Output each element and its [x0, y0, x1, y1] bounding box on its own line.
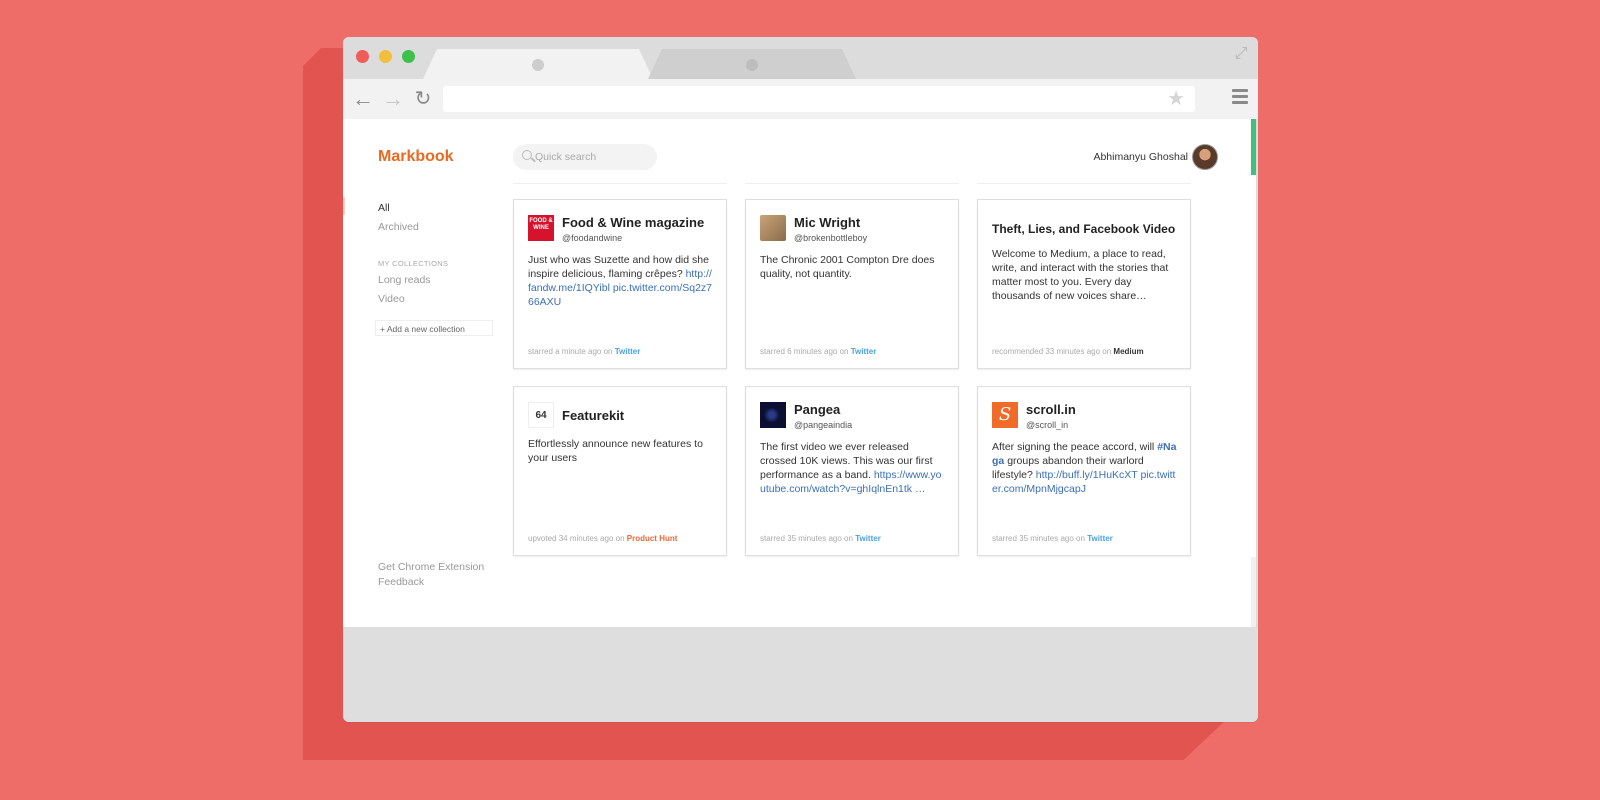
- browser-window: ⤢ ← → ↻ ★ Markbook Abhimanyu Ghoshal All…: [343, 37, 1258, 722]
- tab-close-icon[interactable]: [746, 59, 758, 71]
- sidebar-item-archived[interactable]: Archived: [378, 221, 419, 233]
- card-footer: starred 35 minutes ago on Twitter: [760, 534, 881, 543]
- card-source[interactable]: Product Hunt: [627, 534, 678, 543]
- card-activity: starred 35 minutes ago on: [992, 534, 1085, 543]
- fullscreen-icon[interactable]: ⤢: [1232, 45, 1250, 63]
- chrome-extension-link[interactable]: Get Chrome Extension: [378, 561, 484, 573]
- active-filter-marker: [343, 197, 345, 215]
- browser-tab-active[interactable]: [423, 49, 653, 79]
- maximize-window-button[interactable]: [402, 50, 415, 63]
- bookmark-card[interactable]: FOOD & WINE Food & Wine magazine @foodan…: [513, 199, 727, 369]
- window-bottom-area: [343, 627, 1258, 722]
- card-body: Effortlessly announce new features to yo…: [528, 437, 714, 465]
- previous-card-edge: [745, 177, 959, 184]
- profile-avatar: [760, 215, 786, 241]
- card-handle[interactable]: @scroll_in: [1026, 420, 1068, 430]
- card-activity: starred 6 minutes ago on: [760, 347, 849, 356]
- forward-arrow-icon[interactable]: →: [381, 87, 405, 111]
- feedback-link[interactable]: Feedback: [378, 576, 424, 588]
- card-activity: upvoted 34 minutes ago on: [528, 534, 625, 543]
- scrollbar-thumb[interactable]: [1251, 119, 1256, 175]
- collections-heading: MY COLLECTIONS: [378, 259, 449, 268]
- card-source[interactable]: Twitter: [851, 347, 877, 356]
- search-icon: [522, 150, 532, 160]
- card-activity: starred 35 minutes ago on: [760, 534, 853, 543]
- pangea-avatar: [760, 402, 786, 428]
- card-source[interactable]: Twitter: [615, 347, 641, 356]
- browser-toolbar: ← → ↻ ★: [343, 79, 1258, 119]
- card-title[interactable]: scroll.in: [1026, 402, 1076, 417]
- close-window-button[interactable]: [356, 50, 369, 63]
- previous-card-edge: [513, 177, 727, 184]
- card-text: The Chronic 2001 Compton Dre does qualit…: [760, 254, 935, 280]
- card-title[interactable]: Mic Wright: [794, 215, 860, 230]
- bookmark-card[interactable]: Theft, Lies, and Facebook Video Welcome …: [977, 199, 1191, 369]
- card-handle[interactable]: @foodandwine: [562, 233, 622, 243]
- reload-icon[interactable]: ↻: [411, 87, 435, 111]
- card-activity: recommended 33 minutes ago on: [992, 347, 1112, 356]
- card-activity: starred a minute ago on: [528, 347, 613, 356]
- bookmark-card[interactable]: Mic Wright @brokenbottleboy The Chronic …: [745, 199, 959, 369]
- card-body: After signing the peace accord, will #Na…: [992, 440, 1178, 496]
- card-body: Just who was Suzette and how did she ins…: [528, 253, 714, 309]
- food-wine-logo: FOOD & WINE: [528, 215, 554, 241]
- card-footer: upvoted 34 minutes ago on Product Hunt: [528, 534, 677, 543]
- tab-close-icon[interactable]: [532, 59, 544, 71]
- bookmark-card[interactable]: S scroll.in @scroll_in After signing the…: [977, 386, 1191, 556]
- sidebar-item-all[interactable]: All: [378, 202, 390, 214]
- featurekit-logo: 64: [528, 402, 554, 428]
- address-bar[interactable]: ★: [443, 86, 1195, 112]
- card-text: Just who was Suzette and how did she ins…: [528, 254, 709, 280]
- card-source[interactable]: Medium: [1113, 347, 1143, 356]
- user-avatar[interactable]: [1192, 144, 1218, 170]
- card-title[interactable]: Featurekit: [562, 408, 624, 423]
- card-title[interactable]: Food & Wine magazine: [562, 215, 704, 230]
- card-text: Welcome to Medium, a place to read, writ…: [992, 248, 1169, 302]
- card-footer: starred a minute ago on Twitter: [528, 347, 640, 356]
- scrollbar-track: [1251, 557, 1256, 627]
- browser-menu-icon[interactable]: [1232, 89, 1248, 109]
- card-footer: recommended 33 minutes ago on Medium: [992, 347, 1144, 356]
- user-name[interactable]: Abhimanyu Ghoshal: [1093, 151, 1188, 163]
- card-text: Effortlessly announce new features to yo…: [528, 438, 703, 464]
- bookmark-card[interactable]: 64 Featurekit Effortlessly announce new …: [513, 386, 727, 556]
- card-text-pre: After signing the peace accord, will: [992, 441, 1155, 453]
- card-handle[interactable]: @brokenbottleboy: [794, 233, 867, 243]
- quick-search[interactable]: [513, 144, 657, 170]
- bookmark-card[interactable]: Pangea @pangeaindia The first video we e…: [745, 386, 959, 556]
- card-handle[interactable]: @pangeaindia: [794, 420, 852, 430]
- scroll-logo: S: [992, 402, 1018, 428]
- card-footer: starred 6 minutes ago on Twitter: [760, 347, 876, 356]
- card-body: The Chronic 2001 Compton Dre does qualit…: [760, 253, 946, 281]
- card-title[interactable]: Pangea: [794, 402, 840, 417]
- minimize-window-button[interactable]: [379, 50, 392, 63]
- add-collection-button[interactable]: + Add a new collection: [375, 320, 493, 336]
- back-arrow-icon[interactable]: ←: [351, 87, 375, 111]
- card-source[interactable]: Twitter: [1087, 534, 1113, 543]
- card-footer: starred 35 minutes ago on Twitter: [992, 534, 1113, 543]
- card-source[interactable]: Twitter: [855, 534, 881, 543]
- card-body: Welcome to Medium, a place to read, writ…: [992, 247, 1178, 303]
- search-input[interactable]: [535, 144, 650, 170]
- card-body: The first video we ever released crossed…: [760, 440, 946, 496]
- app-logo[interactable]: Markbook: [378, 148, 454, 166]
- browser-tab-inactive[interactable]: [648, 49, 856, 79]
- bookmark-star-icon[interactable]: ★: [1167, 88, 1185, 110]
- title-bar: ⤢: [343, 37, 1258, 79]
- sidebar-item-video[interactable]: Video: [378, 293, 405, 305]
- card-title[interactable]: Theft, Lies, and Facebook Video: [992, 222, 1175, 236]
- previous-card-edge: [977, 177, 1191, 184]
- sidebar-item-long-reads[interactable]: Long reads: [378, 274, 431, 286]
- page-content: Markbook Abhimanyu Ghoshal All Archived …: [343, 119, 1256, 627]
